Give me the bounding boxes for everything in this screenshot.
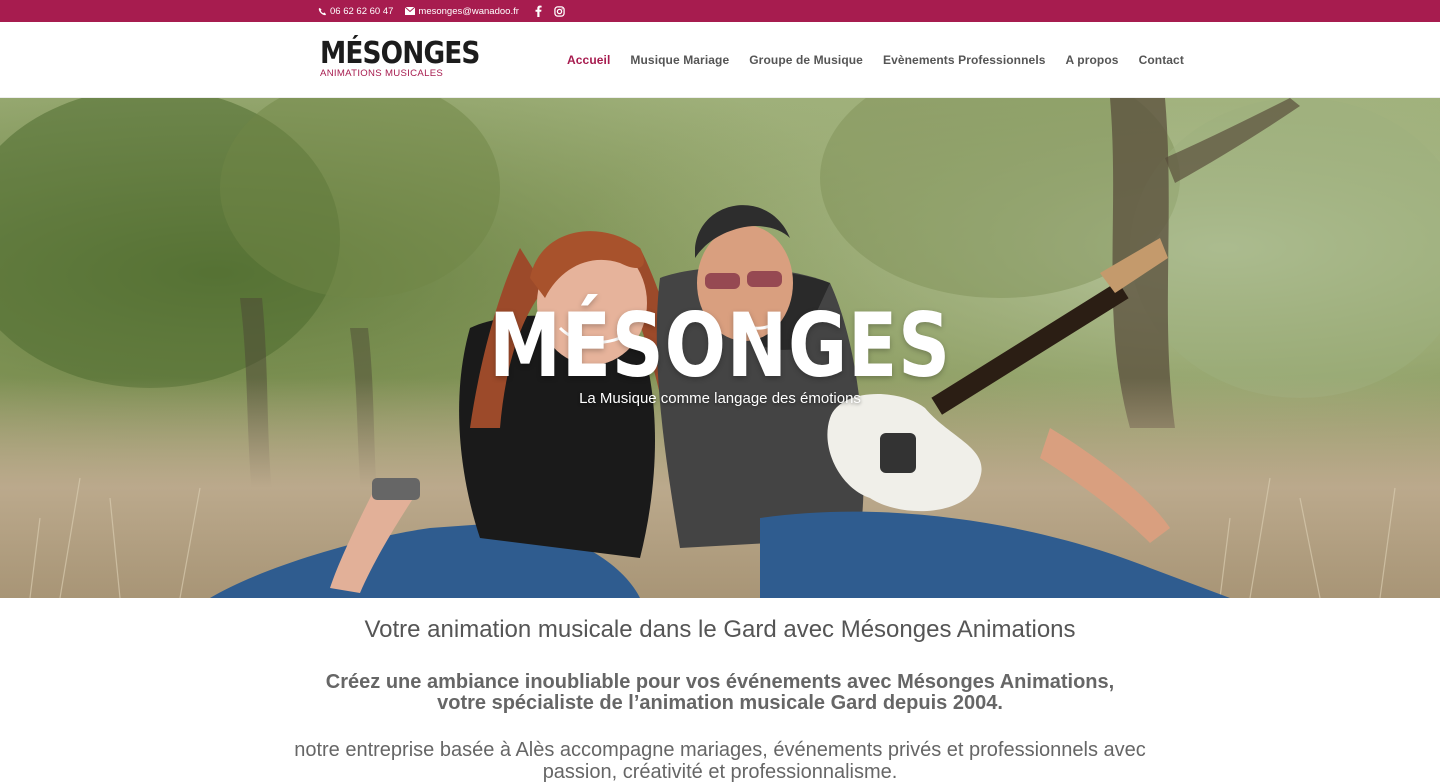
top-bar: 06 62 62 60 47 mesonges@wanadoo.fr xyxy=(0,0,1440,22)
hero-subtitle: La Musique comme langage des émotions xyxy=(579,390,861,407)
logo-wordmark: MÉSONGES xyxy=(320,36,480,71)
site-header: MÉSONGES ANIMATIONS MUSICALES Accueil Mu… xyxy=(0,22,1440,98)
email-address: mesonges@wanadoo.fr xyxy=(418,5,519,17)
nav-item-accueil[interactable]: Accueil xyxy=(567,53,610,67)
nav-item-a-propos[interactable]: A propos xyxy=(1066,53,1119,67)
phone-link[interactable]: 06 62 62 60 47 xyxy=(318,6,393,17)
intro-paragraph: notre entreprise basée à Alès accompagne… xyxy=(0,739,1440,783)
facebook-icon xyxy=(535,5,542,17)
paragraph-line-1: notre entreprise basée à Alès accompagne… xyxy=(294,739,1146,761)
subheading-line-2: votre spécialiste de l’animation musical… xyxy=(437,692,1003,714)
main-navigation: Accueil Musique Mariage Groupe de Musiqu… xyxy=(567,53,1184,67)
section-heading: Votre animation musicale dans le Gard av… xyxy=(364,616,1076,643)
nav-item-evenements-professionnels[interactable]: Evènements Professionnels xyxy=(883,53,1046,67)
subheading-line-1: Créez une ambiance inoubliable pour vos … xyxy=(325,671,1115,693)
social-links xyxy=(535,5,565,17)
phone-number: 06 62 62 60 47 xyxy=(330,5,394,17)
site-logo[interactable]: MÉSONGES ANIMATIONS MUSICALES xyxy=(320,36,480,83)
phone-icon xyxy=(318,7,327,15)
nav-item-musique-mariage[interactable]: Musique Mariage xyxy=(630,53,729,67)
email-link[interactable]: mesonges@wanadoo.fr xyxy=(405,5,519,17)
nav-item-contact[interactable]: Contact xyxy=(1139,53,1184,67)
nav-item-groupe-de-musique[interactable]: Groupe de Musique xyxy=(749,53,863,67)
instagram-link[interactable] xyxy=(554,5,565,17)
facebook-link[interactable] xyxy=(535,5,542,17)
section-subheading: Créez une ambiance inoubliable pour vos … xyxy=(0,672,1440,714)
envelope-icon xyxy=(405,7,416,15)
top-bar-contacts: 06 62 62 60 47 mesonges@wanadoo.fr xyxy=(318,5,565,17)
hero-banner: MÉSONGES La Musique comme langage des ém… xyxy=(0,98,1440,598)
hero-title: MÉSONGES xyxy=(489,294,951,397)
instagram-icon xyxy=(554,5,565,17)
